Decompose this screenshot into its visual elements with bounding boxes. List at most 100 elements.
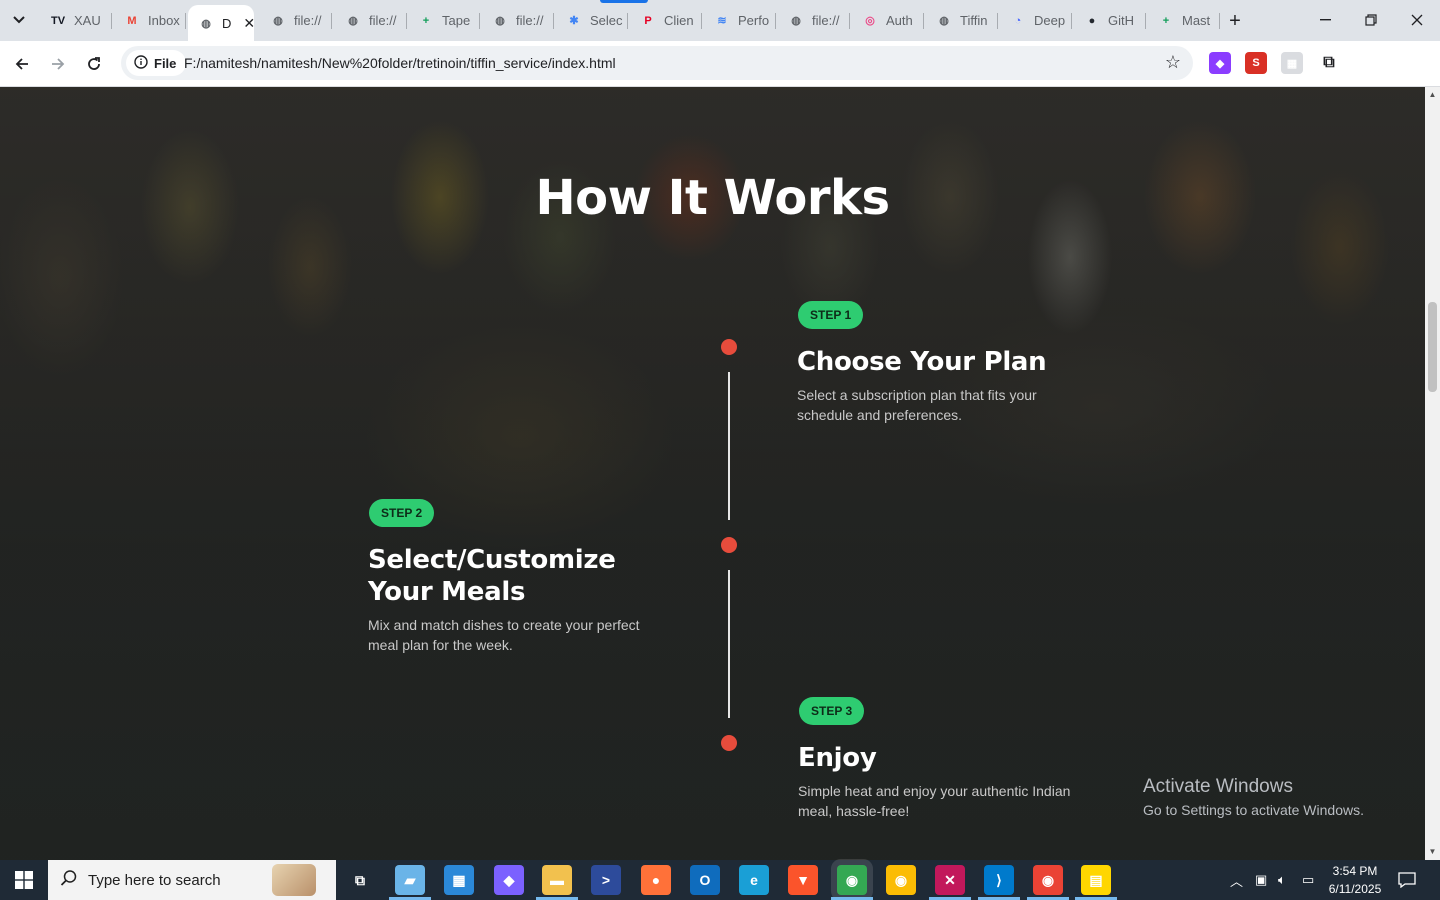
taskbar-clock[interactable]: 3:54 PM 6/11/2025 xyxy=(1320,862,1390,898)
site-info-chip[interactable]: File xyxy=(126,50,187,76)
tab-title: GitH xyxy=(1108,13,1134,28)
notes-app-icon[interactable]: ▰ xyxy=(395,865,425,895)
tab-title: D xyxy=(222,15,232,31)
chrome-profile-n-icon[interactable]: ◉ xyxy=(837,865,867,895)
dribbble-icon: ◎ xyxy=(865,15,875,27)
browser-tab[interactable]: M Inbox xyxy=(114,5,186,36)
taskbar-search-box[interactable]: Type here to search xyxy=(48,860,336,900)
copilot-extension-icon[interactable]: ◆ xyxy=(1209,52,1231,74)
new-tab-button[interactable]: + xyxy=(1222,8,1248,34)
browser-tab[interactable]: ✱ Selec xyxy=(556,5,628,36)
color-picker-icon[interactable]: ✕ xyxy=(935,865,965,895)
bookmark-star-icon[interactable]: ☆ xyxy=(1165,52,1181,73)
powershell-icon[interactable]: > xyxy=(591,865,621,895)
browser-tab[interactable]: ≋ Perfo xyxy=(704,5,776,36)
tab-title: Clien xyxy=(664,13,694,28)
show-hidden-icons[interactable]: ︿ xyxy=(1230,860,1243,900)
browser-tab[interactable]: ◔ Deep xyxy=(1000,5,1072,36)
task-view-icon[interactable]: ⧉ xyxy=(345,865,375,895)
brave-icon[interactable]: ▼ xyxy=(788,865,818,895)
page-viewport: How It Works STEP 1 Choose Your Plan Sel… xyxy=(0,87,1425,860)
tab-separator xyxy=(1071,13,1072,29)
seo-extension-icon[interactable]: S xyxy=(1245,52,1267,74)
scroll-down-arrow-icon[interactable]: ▼ xyxy=(1428,847,1437,856)
store-icon[interactable]: ▦ xyxy=(444,865,474,895)
browser-tab[interactable]: + Mast xyxy=(1148,5,1220,36)
chrome-profile-l-icon[interactable]: ◉ xyxy=(1033,865,1063,895)
copilot-icon[interactable]: ◆ xyxy=(494,865,524,895)
puzzle-icon[interactable]: ⧉ xyxy=(1318,52,1340,74)
notepad-icon[interactable]: ▤ xyxy=(1081,865,1111,895)
network-icon[interactable]: ▭ xyxy=(1302,860,1314,900)
scrollbar-thumb[interactable] xyxy=(1428,302,1437,392)
browser-toolbar: File F:/namitesh/namitesh/New%20folder/t… xyxy=(0,41,1440,114)
tab-separator xyxy=(479,13,480,29)
edge-icon[interactable]: e xyxy=(739,865,769,895)
step-1-badge: STEP 1 xyxy=(798,301,864,329)
timeline-dot xyxy=(721,735,737,751)
tab-separator xyxy=(111,13,112,29)
tab-title: file:// xyxy=(812,13,840,28)
colorful-logo-icon: ✱ xyxy=(569,15,579,27)
forward-button[interactable] xyxy=(43,49,73,79)
tab-separator xyxy=(406,13,407,29)
tab-search-dropdown-icon[interactable] xyxy=(6,7,32,33)
sheets-plus-icon: + xyxy=(1162,14,1170,27)
deepseek-icon: ◔ xyxy=(1014,14,1022,27)
browser-tab[interactable]: ◎ Auth xyxy=(852,5,924,36)
step-3-badge: STEP 3 xyxy=(799,697,865,725)
tab-separator xyxy=(775,13,776,29)
globe-icon: ◍ xyxy=(201,17,211,30)
step-3-description: Simple heat and enjoy your authentic Ind… xyxy=(798,783,1071,819)
step-3-title: Enjoy xyxy=(798,743,877,773)
browser-tab[interactable]: ◍ file:// xyxy=(260,5,332,36)
how-it-works-section: How It Works STEP 1 Choose Your Plan Sel… xyxy=(0,87,1425,860)
pagespeed-icon: ≋ xyxy=(717,15,727,27)
scroll-up-arrow-icon[interactable]: ▲ xyxy=(1428,90,1437,99)
browser-tab[interactable]: ◍ Tiffin xyxy=(926,5,998,36)
step-2-badge: STEP 2 xyxy=(369,499,435,527)
url-text[interactable]: F:/namitesh/namitesh/New%20folder/tretin… xyxy=(184,55,616,71)
site-chip-label: File xyxy=(154,55,177,71)
address-bar[interactable]: File F:/namitesh/namitesh/New%20folder/t… xyxy=(121,46,1193,80)
close-tab-icon[interactable]: ✕ xyxy=(243,15,254,31)
globe-icon: ◍ xyxy=(273,15,283,27)
step-1-title: Choose Your Plan xyxy=(797,347,1047,377)
tab-title: Inbox xyxy=(148,13,180,28)
outlook-icon[interactable]: O xyxy=(690,865,720,895)
back-button[interactable] xyxy=(7,49,37,79)
browser-tab[interactable]: TV XAU xyxy=(40,5,112,36)
browser-tab[interactable]: P Clien xyxy=(630,5,702,36)
activate-windows-title: Activate Windows xyxy=(1143,776,1293,797)
tab-title: Auth xyxy=(886,13,913,28)
browser-tab[interactable]: + Tape xyxy=(408,5,480,36)
tab-separator xyxy=(627,13,628,29)
tab-title: Mast xyxy=(1182,13,1211,28)
activate-windows-subtitle: Go to Settings to activate Windows. xyxy=(1143,802,1364,818)
browser-tab[interactable]: ◍ file:// xyxy=(778,5,850,36)
minimize-icon[interactable] xyxy=(1302,0,1348,40)
grey-extension-icon[interactable]: ▦ xyxy=(1281,52,1303,74)
close-window-icon[interactable] xyxy=(1394,0,1440,40)
notifications-icon[interactable] xyxy=(1398,860,1416,900)
meet-now-icon[interactable]: ▣ xyxy=(1255,860,1267,900)
vscode-icon[interactable]: ⟩ xyxy=(984,865,1014,895)
browser-tab[interactable]: ◍ file:// xyxy=(335,5,407,36)
file-explorer-icon[interactable]: ▬ xyxy=(542,865,572,895)
browser-tab[interactable]: ◍ D ✕ xyxy=(188,5,254,41)
tab-title: Deep xyxy=(1034,13,1066,28)
chrome-icon[interactable]: ◉ xyxy=(886,865,916,895)
clock-date: 6/11/2025 xyxy=(1328,882,1382,896)
browser-tab[interactable]: ◍ file:// xyxy=(482,5,554,36)
tab-separator xyxy=(849,13,850,29)
step-2-description: Mix and match dishes to create your perf… xyxy=(368,617,640,653)
reload-button[interactable] xyxy=(79,49,109,79)
tab-separator xyxy=(997,13,998,29)
browser-tab[interactable]: ● GitH xyxy=(1074,5,1146,36)
restore-icon[interactable] xyxy=(1348,0,1394,40)
volume-icon[interactable]: 🔈︎ xyxy=(1278,860,1286,900)
firefox-icon[interactable]: ● xyxy=(641,865,671,895)
page-scrollbar[interactable]: ▲ ▼ xyxy=(1425,87,1440,860)
tab-title: Selec xyxy=(590,13,623,28)
windows-start-icon[interactable] xyxy=(0,860,48,900)
